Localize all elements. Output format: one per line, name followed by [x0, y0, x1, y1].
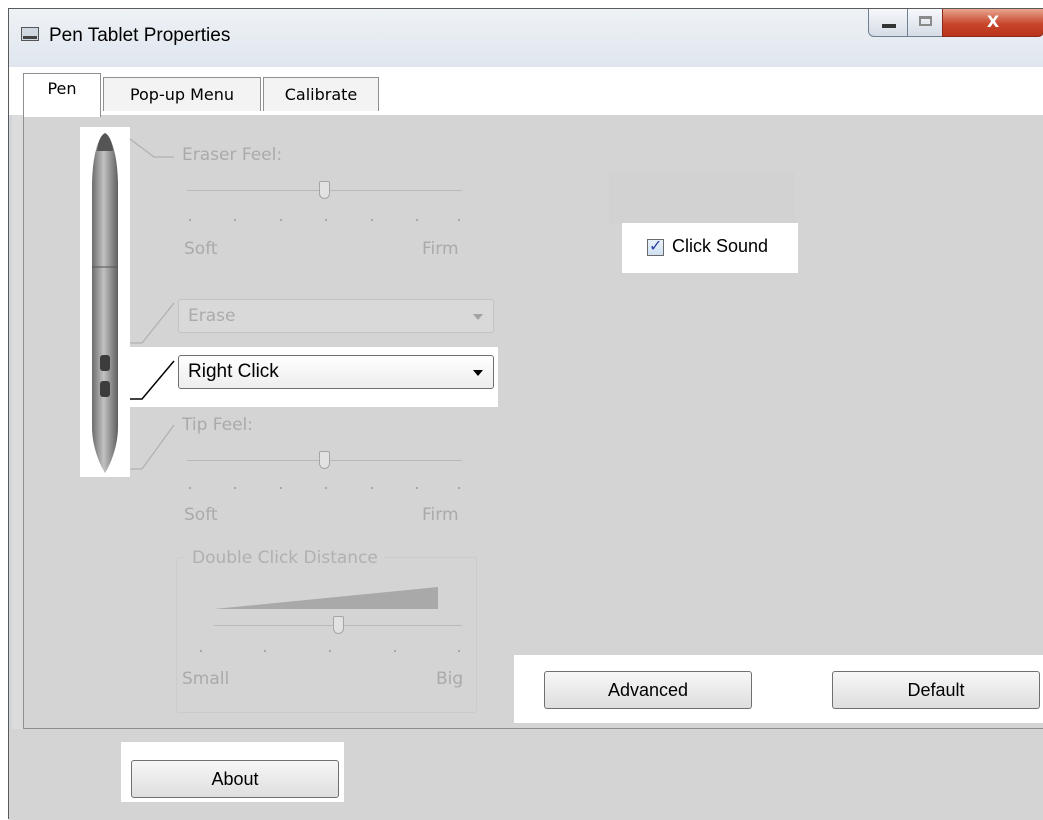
double-click-distance-slider-thumb[interactable] — [332, 616, 344, 634]
tab-calibrate[interactable]: Calibrate — [263, 77, 379, 111]
lower-button-dropdown[interactable]: Right Click — [178, 355, 494, 389]
tick — [329, 650, 331, 652]
lower-button-value: Right Click — [188, 361, 279, 382]
pen-tablet-properties-window: Pen Tablet Properties X Pen Pop-up Menu … — [8, 8, 1043, 820]
tick — [458, 650, 460, 652]
chevron-down-icon — [473, 314, 483, 320]
tick — [234, 487, 236, 489]
window-title: Pen Tablet Properties — [49, 25, 231, 46]
upper-button-dropdown[interactable]: Erase — [178, 299, 494, 333]
tick — [234, 219, 236, 221]
tab-strip: Pen Pop-up Menu Calibrate — [9, 67, 1043, 117]
pen-illustration — [80, 127, 130, 477]
eraser-feel-max-label: Firm — [422, 239, 459, 259]
chevron-down-icon — [473, 370, 483, 376]
about-button[interactable]: About — [131, 760, 339, 798]
window-app-icon — [21, 27, 39, 41]
upper-button-value: Erase — [188, 306, 236, 326]
tick — [325, 487, 327, 489]
click-sound-label: Click Sound — [672, 236, 769, 256]
window-left-edge — [9, 115, 12, 820]
tip-feel-slider-thumb[interactable] — [319, 451, 330, 469]
tick — [325, 219, 327, 221]
pen-tab-page: Eraser Feel: Soft Firm Erase Right Click — [23, 115, 1043, 729]
tick — [280, 219, 282, 221]
tick — [458, 219, 460, 221]
title-bar[interactable]: Pen Tablet Properties X — [9, 9, 1043, 67]
tick — [189, 487, 191, 489]
tip-connector-line — [130, 424, 175, 470]
tip-feel-label: Tip Feel: — [182, 415, 253, 435]
maximize-button[interactable] — [907, 9, 943, 37]
eraser-connector-line — [129, 138, 174, 158]
eraser-feel-label: Eraser Feel: — [182, 145, 283, 165]
lower-side-button — [100, 381, 110, 397]
tick — [371, 219, 373, 221]
default-button[interactable]: Default — [832, 671, 1040, 709]
upper-side-button — [100, 355, 110, 371]
eraser-feel-min-label: Soft — [184, 239, 218, 259]
close-button[interactable]: X — [942, 9, 1043, 37]
tab-pen[interactable]: Pen — [23, 73, 101, 117]
tick — [264, 650, 266, 652]
tick — [189, 219, 191, 221]
double-click-distance-label: Double Click Distance — [186, 548, 384, 568]
click-sound-checkbox[interactable]: ✓ — [647, 236, 664, 256]
tick — [200, 650, 202, 652]
pen-icon — [92, 133, 118, 473]
double-click-distance-min-label: Small — [182, 669, 230, 689]
tick — [371, 487, 373, 489]
double-click-distance-group — [176, 557, 477, 713]
upper-button-connector-line — [130, 302, 175, 344]
tip-feel-min-label: Soft — [184, 505, 218, 525]
tick — [458, 487, 460, 489]
click-sound-backdrop — [609, 172, 795, 224]
tick — [416, 487, 418, 489]
checkmark-icon: ✓ — [649, 236, 663, 255]
tick — [416, 219, 418, 221]
advanced-button[interactable]: Advanced — [544, 671, 752, 709]
tab-pop-up-menu[interactable]: Pop-up Menu — [103, 77, 261, 111]
distance-wedge-icon — [214, 587, 438, 609]
tick — [280, 487, 282, 489]
tip-feel-max-label: Firm — [422, 505, 459, 525]
eraser-feel-slider-thumb[interactable] — [319, 181, 330, 199]
click-sound-option[interactable]: ✓ Click Sound — [622, 223, 798, 273]
double-click-distance-max-label: Big — [436, 669, 464, 689]
lower-button-connector-line — [130, 360, 175, 400]
minimize-button[interactable] — [868, 9, 908, 37]
tick — [394, 650, 396, 652]
